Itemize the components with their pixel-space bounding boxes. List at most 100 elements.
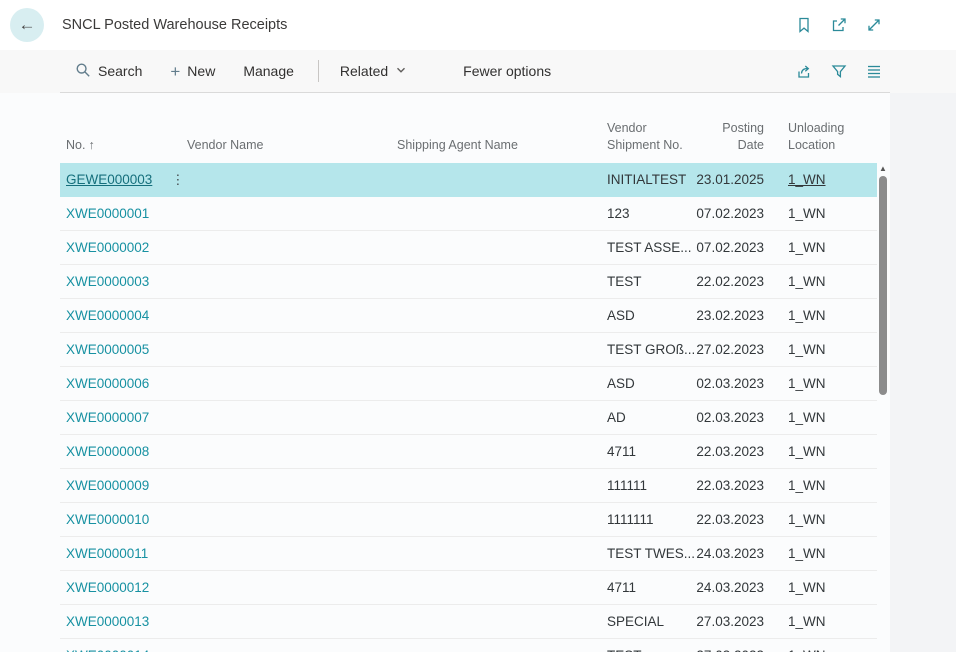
receipt-no-link[interactable]: XWE0000011: [66, 546, 148, 561]
cell-posting-date: 07.02.2023: [696, 240, 764, 255]
bookmark-icon[interactable]: [794, 15, 814, 35]
table-row[interactable]: XWE0000003 ⋮ TEST 22.02.2023 1_WN: [60, 265, 877, 299]
cell-posting-date: 24.03.2023: [696, 546, 764, 561]
sort-ascending-icon: ↑: [88, 138, 94, 152]
expand-fullscreen-icon[interactable]: [864, 15, 884, 35]
cell-unloading-location[interactable]: 1_WN: [764, 342, 877, 357]
column-header-posting-date[interactable]: Posting Date: [696, 120, 764, 154]
table-row[interactable]: XWE0000002 ⋮ TEST ASSE... 07.02.2023 1_W…: [60, 231, 877, 265]
cell-unloading-location[interactable]: 1_WN: [764, 410, 877, 425]
table-row[interactable]: XWE0000012 ⋮ 4711 24.03.2023 1_WN: [60, 571, 877, 605]
receipt-no-link[interactable]: XWE0000007: [66, 410, 149, 425]
column-header-unloading-location[interactable]: Unloading Location: [764, 120, 877, 154]
cell-unloading-location[interactable]: 1_WN: [764, 308, 877, 323]
cell-posting-date: 22.02.2023: [696, 274, 764, 289]
cell-posting-date: 23.02.2023: [696, 308, 764, 323]
table-row[interactable]: XWE0000011 ⋮ TEST TWES... 24.03.2023 1_W…: [60, 537, 877, 571]
table-row[interactable]: GEWE000003 ⋮ INITIALTEST 23.01.2025 1_WN: [60, 163, 877, 197]
search-icon: [75, 62, 91, 81]
back-button[interactable]: ←: [10, 8, 44, 42]
table-row[interactable]: XWE0000006 ⋮ ASD 02.03.2023 1_WN: [60, 367, 877, 401]
receipt-no-link[interactable]: XWE0000005: [66, 342, 149, 357]
cell-no: XWE0000004 ⋮: [60, 308, 187, 323]
receipt-no-link[interactable]: XWE0000010: [66, 512, 149, 527]
fewer-options-button[interactable]: Fewer options: [463, 63, 551, 79]
cell-unloading-location[interactable]: 1_WN: [764, 648, 877, 652]
cell-posting-date: 02.03.2023: [696, 410, 764, 425]
cell-vendor-shipment-no: AD: [607, 410, 696, 425]
cell-unloading-location[interactable]: 1_WN: [764, 274, 877, 289]
column-header-shipping-agent-name[interactable]: Shipping Agent Name: [397, 137, 607, 154]
cell-posting-date: 02.03.2023: [696, 376, 764, 391]
open-in-new-window-icon[interactable]: [829, 15, 849, 35]
receipt-no-link[interactable]: XWE0000006: [66, 376, 149, 391]
list-options-icon[interactable]: [864, 61, 884, 81]
cell-unloading-location[interactable]: 1_WN: [764, 240, 877, 255]
receipt-no-link[interactable]: XWE0000003: [66, 274, 149, 289]
receipt-no-link[interactable]: XWE0000012: [66, 580, 149, 595]
cell-unloading-location[interactable]: 1_WN: [764, 444, 877, 459]
chevron-down-icon: [395, 63, 407, 79]
search-label: Search: [98, 63, 142, 79]
scrollbar-thumb[interactable]: [879, 176, 887, 395]
action-bar: Search + New Manage Related Fewer option…: [0, 50, 956, 93]
cell-vendor-shipment-no: SPECIAL: [607, 614, 696, 629]
table-row[interactable]: XWE0000007 ⋮ AD 02.03.2023 1_WN: [60, 401, 877, 435]
cell-vendor-shipment-no: ASD: [607, 376, 696, 391]
cell-unloading-location[interactable]: 1_WN: [764, 206, 877, 221]
cell-no: XWE0000005 ⋮: [60, 342, 187, 357]
action-bar-left: Search + New Manage Related Fewer option…: [75, 50, 551, 92]
receipt-no-link[interactable]: XWE0000014: [66, 648, 149, 652]
cell-posting-date: 27.02.2023: [696, 342, 764, 357]
filter-icon[interactable]: [829, 61, 849, 81]
table-row[interactable]: XWE0000001 ⋮ 123 07.02.2023 1_WN: [60, 197, 877, 231]
list-pane: No.↑ Vendor Name Shipping Agent Name Ven…: [0, 93, 890, 652]
receipt-no-link[interactable]: XWE0000013: [66, 614, 149, 629]
cell-no: XWE0000008 ⋮: [60, 444, 187, 459]
receipt-no-link[interactable]: XWE0000002: [66, 240, 149, 255]
column-header-no[interactable]: No.↑: [60, 137, 187, 154]
column-header-vendor-name[interactable]: Vendor Name: [187, 137, 397, 154]
table-row[interactable]: XWE0000009 ⋮ 111111 22.03.2023 1_WN: [60, 469, 877, 503]
table-row[interactable]: XWE0000008 ⋮ 4711 22.03.2023 1_WN: [60, 435, 877, 469]
search-button[interactable]: Search: [75, 62, 142, 81]
new-button[interactable]: + New: [170, 63, 215, 80]
receipt-no-link[interactable]: GEWE000003: [66, 172, 152, 187]
title-bar: ← SNCL Posted Warehouse Receipts: [0, 0, 956, 50]
cell-unloading-location[interactable]: 1_WN: [764, 546, 877, 561]
cell-no: XWE0000009 ⋮: [60, 478, 187, 493]
row-context-menu-icon[interactable]: ⋮: [171, 173, 184, 186]
scroll-up-icon[interactable]: ▲: [876, 163, 890, 175]
back-arrow-icon: ←: [19, 15, 36, 35]
cell-no: XWE0000011 ⋮: [60, 546, 187, 561]
table-row[interactable]: XWE0000013 ⋮ SPECIAL 27.03.2023 1_WN: [60, 605, 877, 639]
cell-unloading-location[interactable]: 1_WN: [764, 580, 877, 595]
cell-unloading-location[interactable]: 1_WN: [764, 512, 877, 527]
receipt-no-link[interactable]: XWE0000009: [66, 478, 149, 493]
cell-posting-date: 07.02.2023: [696, 206, 764, 221]
cell-unloading-location[interactable]: 1_WN: [764, 376, 877, 391]
column-header-vendor-shipment-no[interactable]: Vendor Shipment No.: [607, 120, 696, 154]
table-row[interactable]: XWE0000010 ⋮ 1111111 22.03.2023 1_WN: [60, 503, 877, 537]
manage-label: Manage: [243, 63, 294, 79]
cell-vendor-shipment-no: TEST...: [607, 648, 696, 652]
action-bar-right: [794, 50, 884, 92]
receipt-no-link[interactable]: XWE0000001: [66, 206, 149, 221]
cell-unloading-location[interactable]: 1_WN: [764, 614, 877, 629]
table-row[interactable]: XWE0000014 ⋮ TEST... 27.03.2023 1_WN: [60, 639, 877, 652]
table-row[interactable]: XWE0000005 ⋮ TEST GROß... 27.02.2023 1_W…: [60, 333, 877, 367]
share-icon[interactable]: [794, 61, 814, 81]
cell-unloading-location[interactable]: 1_WN: [764, 172, 877, 187]
receipt-no-link[interactable]: XWE0000008: [66, 444, 149, 459]
cell-vendor-shipment-no: INITIALTEST: [607, 172, 696, 187]
plus-icon: +: [170, 63, 180, 80]
receipt-no-link[interactable]: XWE0000004: [66, 308, 149, 323]
manage-button[interactable]: Manage: [243, 63, 294, 79]
table-header: No.↑ Vendor Name Shipping Agent Name Ven…: [60, 93, 877, 163]
page-title: SNCL Posted Warehouse Receipts: [62, 0, 287, 50]
cell-no: GEWE000003 ⋮: [60, 172, 187, 187]
cell-no: XWE0000012 ⋮: [60, 580, 187, 595]
related-menu-button[interactable]: Related: [340, 63, 407, 79]
cell-unloading-location[interactable]: 1_WN: [764, 478, 877, 493]
table-row[interactable]: XWE0000004 ⋮ ASD 23.02.2023 1_WN: [60, 299, 877, 333]
